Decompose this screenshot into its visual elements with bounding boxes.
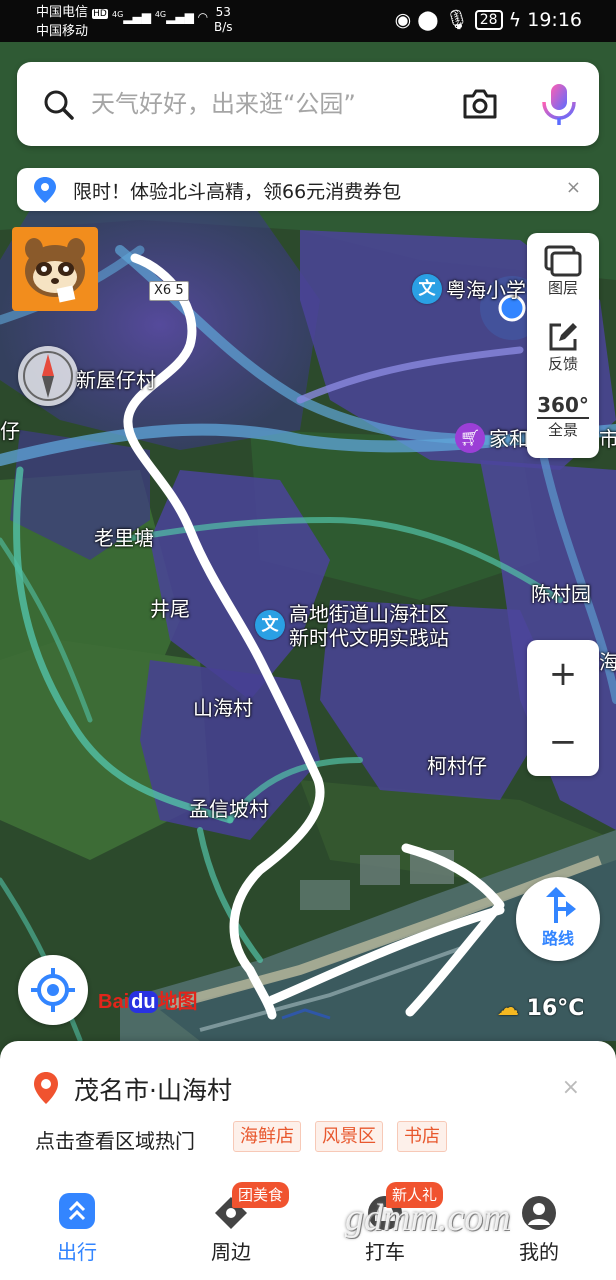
layers-label: 图层 [547,279,578,297]
mic-status-icon: 🎙︎ [444,9,469,31]
tab-taxi-label: 打车 [365,1240,405,1264]
road-number-tag: X6 5 [149,281,189,301]
route-button[interactable]: 路线 [516,877,600,961]
shop-poi-icon[interactable]: 🛒︎ [455,423,485,453]
mascot-avatar[interactable] [12,227,98,311]
feedback-label: 反馈 [547,355,578,373]
signal-icon: ▂▄▆ [123,10,151,24]
label-hai: 海 [599,650,616,674]
signal-indicators: 4G▂▄▆ 4G▂▄▆ ◠ [112,10,208,24]
promo-banner[interactable]: 限时！体验北斗高精，领66元消费券包 × [17,168,599,211]
wifi-icon: ◠ [197,10,209,24]
school-poi-icon[interactable]: 文 [412,274,442,304]
label-shi: 市 [599,427,616,451]
status-bar: 中国电信 HD 中国移动 4G▂▄▆ 4G▂▄▆ ◠ 53 B/s ◉ ⬤ 🎙︎… [0,0,616,42]
label-chencunyuan: 陈村园 [531,582,591,606]
compass-icon [23,351,73,401]
search-input[interactable] [91,62,441,146]
zoom-out-button[interactable]: − [527,708,599,776]
raccoon-mascot-icon [25,238,85,303]
banner-close-button[interactable]: × [566,177,581,198]
baidu-map-logo: Bai du 地图 [98,985,198,1014]
location-pin-icon [34,177,56,203]
panorama-button[interactable]: 360° 全景 [527,391,599,457]
label-zai: 仔 [0,419,20,443]
hot-tag-bookstore[interactable]: 书店 [397,1121,447,1152]
label-jingwei: 井尾 [150,597,190,621]
eye-icon: ◉ [394,9,412,31]
tab-travel[interactable]: 出行 [0,1176,154,1280]
speed-value: 53 [215,5,231,19]
network-type-2: 4G [154,10,167,19]
label-civilization-station[interactable]: 高地街道山海社区 新时代文明实践站 [289,602,449,650]
locate-me-button[interactable] [18,955,88,1025]
tab-nearby[interactable]: 团美食 周边 [154,1176,308,1280]
layers-icon [544,245,582,277]
tab-nearby-label: 周边 [211,1240,251,1264]
place-pin-icon [34,1072,58,1104]
label-kecunzai: 柯村仔 [427,754,487,778]
tab-travel-label: 出行 [57,1240,97,1264]
bottom-tab-bar: 出行 团美食 周边 新人礼 打车 我的 [0,1176,616,1280]
banner-text: 限时！体验北斗高精，领66元消费券包 [73,181,402,203]
charging-icon: ϟ [508,9,522,31]
site-watermark: gdmm.com [345,1197,511,1239]
weather-widget[interactable]: ☁︎ 16°C [497,996,584,1021]
map-tool-panel: 图层 反馈 360° 全景 [527,233,599,458]
partly-cloudy-icon: ☁︎ [497,996,519,1021]
travel-icon [59,1193,95,1229]
carrier-secondary: 中国移动 [36,24,89,39]
location-icon: ⬤ [417,9,439,31]
tab-nearby-badge: 团美食 [232,1182,290,1208]
zoom-controls: + − [527,640,599,776]
feedback-icon [549,323,577,351]
station-line-1: 高地街道山海社区 [289,602,449,626]
locate-icon [31,968,75,1012]
zoom-in-button[interactable]: + [527,640,599,708]
camera-icon[interactable] [461,86,499,122]
network-type: 4G [112,10,124,19]
label-mengxinpocun: 孟信坡村 [189,797,269,821]
compass-button[interactable] [18,346,78,406]
label-xinwuzai-village: 新屋仔村 [76,368,156,392]
logo-bai: Bai [98,991,130,1013]
sheet-close-button[interactable]: × [562,1075,580,1100]
status-right: ◉ ⬤ 🎙︎ 28 ϟ 19:16 [395,8,582,31]
civilization-station-poi-icon[interactable]: 文 [255,610,285,640]
clock: 19:16 [527,9,582,31]
hd-badge: HD [92,9,108,19]
battery-indicator: 28 [474,10,503,30]
logo-map: 地图 [157,991,198,1013]
logo-du: du [129,991,158,1013]
panorama-label: 全景 [547,421,578,439]
temperature: 16°C [526,996,585,1021]
network-speed: 53 B/s [214,5,233,35]
profile-icon [522,1196,556,1230]
carrier-primary: 中国电信 [36,5,89,20]
search-icon [44,90,74,120]
microphone-icon[interactable] [539,82,579,128]
label-laolitang: 老里塘 [94,526,154,550]
speed-unit: B/s [214,20,233,34]
label-jiahe[interactable]: 家和 [489,427,529,451]
feedback-button[interactable]: 反馈 [527,317,599,383]
label-shanhaicun: 山海村 [193,696,253,720]
place-title: 茂名市·山海村 [74,1076,232,1105]
panorama-360-icon: 360° [537,393,589,419]
hot-area-label[interactable]: 点击查看区域热门 [35,1125,195,1154]
hot-tag-seafood[interactable]: 海鲜店 [233,1121,301,1152]
carrier-info: 中国电信 HD 中国移动 [36,4,108,40]
station-line-2: 新时代文明实践站 [289,626,449,650]
route-label: 路线 [541,929,574,948]
label-school[interactable]: 粤海小学 [446,278,526,302]
search-bar[interactable] [17,62,599,146]
hot-tag-scenic[interactable]: 风景区 [315,1121,383,1152]
layers-button[interactable]: 图层 [527,241,599,307]
route-arrow-icon [546,887,576,923]
tab-profile-label: 我的 [519,1240,559,1264]
signal-icon-2: ▂▄▆ [166,10,194,24]
